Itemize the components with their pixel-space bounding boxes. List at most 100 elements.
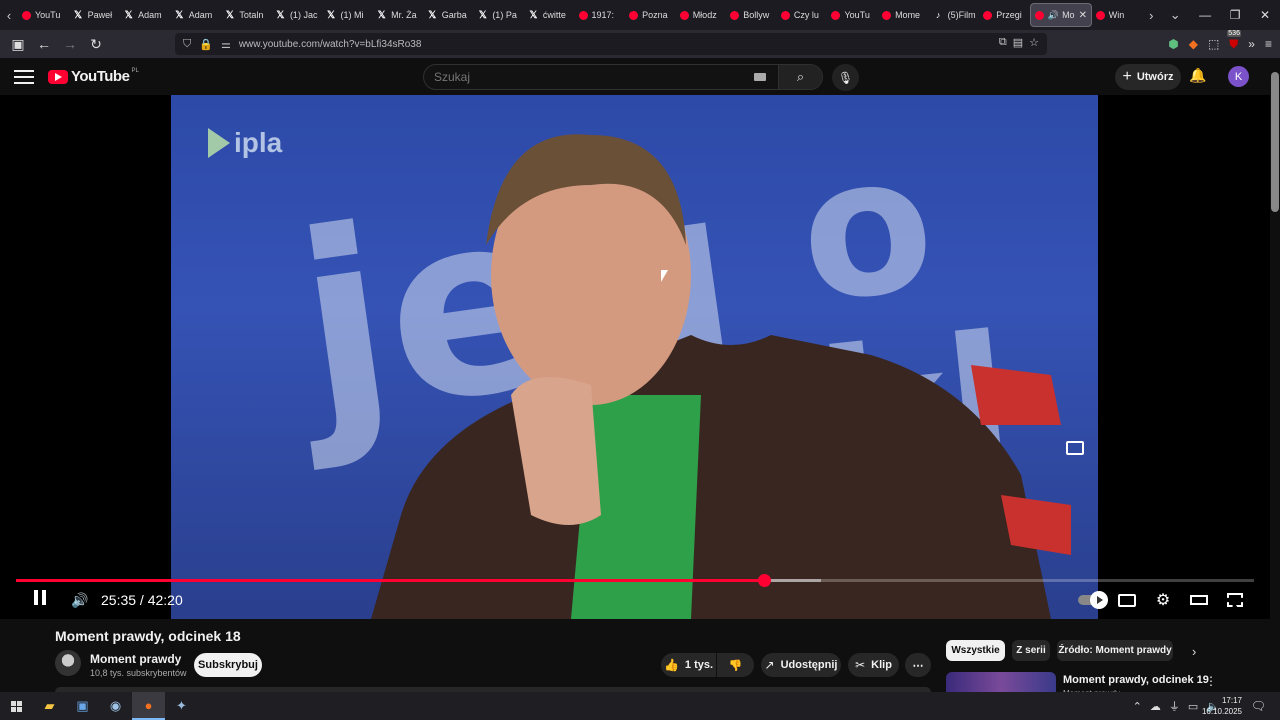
tiktok-icon: ♪ <box>935 10 941 20</box>
tab[interactable]: 𝕏 (1) Pa <box>473 3 524 27</box>
tab[interactable]: 𝕏ćwitte <box>524 3 575 27</box>
permissions-icon[interactable]: ⚌ <box>221 38 231 51</box>
tab-after[interactable]: Win <box>1092 3 1143 27</box>
restore-icon[interactable]: ❐ <box>1220 8 1250 22</box>
firefox-icon[interactable]: ● <box>132 692 165 720</box>
tab[interactable]: 𝕏 Totaln <box>220 3 271 27</box>
progress-bar[interactable] <box>16 574 1254 587</box>
minimize-icon[interactable]: — <box>1190 8 1220 22</box>
scrollbar-thumb[interactable] <box>1271 72 1279 212</box>
steam-icon[interactable]: ◉ <box>99 692 132 720</box>
tab[interactable]: Młodz <box>676 3 727 27</box>
theater-mode-button[interactable] <box>1189 589 1209 611</box>
notifications-bell-icon[interactable]: 🔔 <box>1189 67 1206 84</box>
file-explorer-icon[interactable]: ▰ <box>33 692 66 720</box>
window-close-icon[interactable]: ✕ <box>1250 8 1280 22</box>
lock-icon[interactable]: 🔒 <box>199 38 213 51</box>
dislike-button[interactable]: 👎 <box>717 653 754 677</box>
video-frame[interactable]: jeg o kl ipla <box>171 95 1098 619</box>
chip-all[interactable]: Wszystkie <box>946 640 1005 661</box>
reload-icon[interactable]: ↻ <box>84 32 108 56</box>
tab-scroll-left-icon[interactable]: ‹ <box>0 8 18 23</box>
volume-icon[interactable]: 🔊 <box>70 589 90 611</box>
x-icon: 𝕏 <box>529 9 538 21</box>
recommended-thumbnail[interactable] <box>946 672 1056 692</box>
subtitles-button[interactable] <box>1117 589 1137 611</box>
tab[interactable]: Pozna <box>625 3 676 27</box>
hamburger-menu-icon[interactable]: ≡ <box>1265 37 1272 51</box>
bookmark-star-icon[interactable]: ☆ <box>1029 36 1039 49</box>
tab[interactable]: YouTu <box>827 3 878 27</box>
cloud-icon[interactable]: ☁ <box>1150 700 1161 713</box>
miniplayer-icon[interactable] <box>1066 441 1084 455</box>
pause-button[interactable] <box>30 589 50 611</box>
search-input[interactable] <box>424 70 754 84</box>
tab[interactable]: YouTu <box>18 3 69 27</box>
create-button[interactable]: + Utwórz <box>1115 64 1181 90</box>
back-icon[interactable]: ← <box>32 32 56 56</box>
keyboard-icon[interactable] <box>754 73 766 81</box>
sidebar-toggle-icon[interactable]: ▣ <box>6 32 30 56</box>
tab-scroll-right-icon[interactable]: › <box>1142 8 1160 23</box>
more-vertical-icon[interactable]: ⋮ <box>1205 674 1217 688</box>
tab[interactable]: 1917: <box>575 3 626 27</box>
tab[interactable]: 𝕏 Adam <box>119 3 170 27</box>
chip-series[interactable]: Z serii <box>1012 640 1050 661</box>
tray-expand-icon[interactable]: ⌃ <box>1133 700 1142 713</box>
account-avatar[interactable]: K <box>1228 66 1249 87</box>
app-icon[interactable]: ✦ <box>165 692 198 720</box>
ublock-icon[interactable]: ⛊ 536 <box>1227 29 1241 52</box>
tab[interactable]: Czy lu <box>777 3 828 27</box>
scrubber-handle[interactable] <box>757 574 771 587</box>
autoplay-toggle[interactable] <box>1075 589 1108 611</box>
url-text[interactable]: www.youtube.com/watch?v=bLfi34sRo38 <box>239 39 422 50</box>
tab[interactable]: Bollyw <box>726 3 777 27</box>
clip-button[interactable]: ✂ Klip <box>848 653 899 677</box>
tab[interactable]: 𝕏 (1) Mi <box>322 3 373 27</box>
chip-source[interactable]: Źródło: Moment prawdy <box>1057 640 1173 661</box>
settings-gear-icon[interactable]: ⚙ <box>1153 589 1173 611</box>
chevron-right-icon[interactable]: › <box>1192 644 1196 659</box>
url-bar[interactable]: ⛉ 🔒 ⚌ www.youtube.com/watch?v=bLfi34sRo3… <box>175 33 1047 55</box>
notifications-icon[interactable]: 🗨 <box>1251 699 1266 713</box>
tab[interactable]: 𝕏 Paweł <box>69 3 120 27</box>
tab[interactable]: 𝕏 (1) Jac <box>271 3 322 27</box>
close-icon[interactable]: ✕ <box>1079 10 1087 21</box>
firefox-extension-icon[interactable]: ◆ <box>1189 37 1198 51</box>
tab-active[interactable]: 🔊 Mo ✕ <box>1029 3 1092 27</box>
tab[interactable]: ♪ (5)Film <box>929 3 980 27</box>
video-player[interactable]: jeg o kl ipla 🔊 25:35 / 42:20 ⚙ <box>0 95 1270 619</box>
more-actions-button[interactable]: ⋯ <box>905 653 931 677</box>
clock[interactable]: 17:17 16.10.2025 <box>1202 695 1242 717</box>
forward-icon[interactable]: → <box>58 32 82 56</box>
like-button[interactable]: 👍 1 tys. <box>661 653 716 677</box>
tab-list-dropdown-icon[interactable]: ⌄ <box>1160 7 1190 23</box>
overflow-menu-icon[interactable]: » <box>1248 37 1255 51</box>
share-button[interactable]: ↗ Udostępnij <box>761 653 841 677</box>
reader-view-icon[interactable]: ▤ <box>1013 36 1023 49</box>
subscribe-button[interactable]: Subskrybuj <box>194 653 262 677</box>
tab[interactable]: 𝕏 Adam <box>170 3 221 27</box>
pip-icon[interactable]: ⧉ <box>999 36 1007 49</box>
fullscreen-button[interactable] <box>1225 589 1245 611</box>
page-scrollbar[interactable] <box>1270 58 1280 692</box>
youtube-logo[interactable]: YouTube PL <box>48 68 139 85</box>
shield-icon[interactable]: ⛉ <box>183 38 191 51</box>
usb-icon[interactable]: ⏚ <box>1169 698 1180 714</box>
tab[interactable]: 𝕏 Mr. Ża <box>372 3 423 27</box>
taskbar: ▰ ▣ ◉ ● ✦ ⌃ ☁ ⏚ ▭ 🔈 17:17 16.10.2025 🗨 <box>0 692 1280 720</box>
control-panel-icon[interactable]: ▣ <box>66 692 99 720</box>
voice-search-button[interactable]: 🎙 <box>832 64 859 91</box>
start-button[interactable] <box>0 692 33 720</box>
recommended-title[interactable]: Moment prawdy, odcinek 19 <box>1063 674 1209 686</box>
tab[interactable]: Przegi <box>979 3 1030 27</box>
extensions-icon[interactable]: ⬚ <box>1208 37 1219 51</box>
channel-avatar[interactable] <box>55 650 81 676</box>
vpn-extension-icon[interactable]: ⬢ <box>1168 37 1178 51</box>
tab[interactable]: 𝕏 Garba <box>423 3 474 27</box>
network-icon[interactable]: ▭ <box>1188 700 1198 713</box>
channel-name[interactable]: Moment prawdy <box>90 652 181 666</box>
search-button[interactable]: ⌕ <box>778 65 822 89</box>
guide-menu-icon[interactable] <box>14 66 34 86</box>
tab[interactable]: Mome <box>878 3 929 27</box>
